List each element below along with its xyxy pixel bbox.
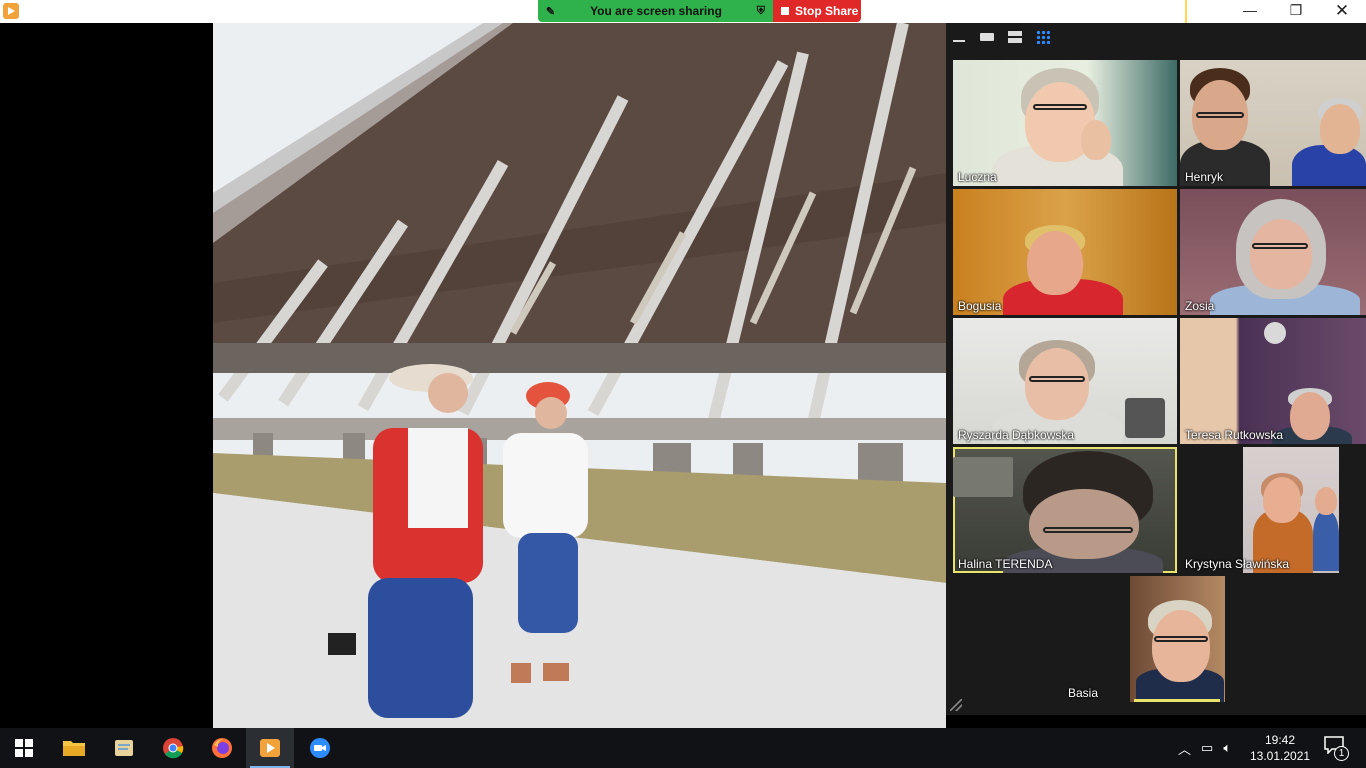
folder-icon	[63, 741, 85, 756]
close-button[interactable]: ✕	[1319, 0, 1365, 23]
participant-tile[interactable]: Henryk	[1180, 60, 1366, 186]
chrome-icon	[163, 738, 184, 759]
participant-tile[interactable]: Teresa Rutkowska	[1180, 318, 1366, 444]
graduation-tower-scene	[213, 23, 946, 728]
notes-app-button[interactable]	[100, 728, 148, 768]
stop-share-button[interactable]: Stop Share	[773, 0, 861, 22]
participant-name: Ryszarda Dąbkowska	[958, 428, 1075, 442]
battery-network-icon[interactable]: ▭	[1201, 740, 1213, 756]
participant-name: Teresa Rutkowska	[1185, 428, 1284, 442]
sharing-status[interactable]: ✎ You are screen sharing ⛨	[538, 0, 773, 22]
participant-name: Luczna	[958, 170, 997, 184]
participant-tile[interactable]: Krystyna Sławińska	[1180, 447, 1366, 573]
file-explorer-button[interactable]	[50, 728, 98, 768]
participant-tile[interactable]: Bogusia	[953, 189, 1177, 315]
media-player-icon	[260, 739, 280, 757]
view-controls	[952, 30, 1050, 44]
participant-tile[interactable]: Zosia	[1180, 189, 1366, 315]
strip-view-icon[interactable]	[1008, 30, 1022, 44]
system-tray: ︿ ▭ 🔈︎	[1178, 728, 1231, 768]
participant-tile-active-speaker[interactable]: Halina TERENDA	[953, 447, 1177, 573]
desktop: — ❐ ✕ ✎ You are screen sharing ⛨ Stop Sh…	[0, 0, 1366, 768]
participant-name: Zosia	[1185, 299, 1215, 313]
speaker-view-icon[interactable]	[980, 30, 994, 44]
focus-marker	[1185, 0, 1187, 23]
participant-video	[1243, 447, 1339, 573]
start-button[interactable]	[0, 728, 48, 768]
pin-icon: ✎	[546, 5, 556, 18]
app-icon	[3, 3, 19, 19]
firefox-icon	[212, 738, 232, 758]
participant-tile[interactable]: Basia	[1063, 576, 1249, 702]
clock-time: 19:42	[1264, 733, 1296, 747]
zoom-gallery-panel: Luczna Henryk Bogusia Zosia Ryszarda Dąb…	[946, 23, 1366, 715]
windows-taskbar: ︿ ▭ 🔈︎ 19:42 13.01.2021 1	[0, 728, 1366, 768]
stop-share-label: Stop Share	[795, 4, 859, 18]
participant-name: Bogusia	[958, 299, 1002, 313]
zoom-icon	[310, 738, 330, 758]
participant-video	[1130, 576, 1225, 702]
participant-tile[interactable]: Luczna	[953, 60, 1177, 186]
windows-logo-icon	[15, 739, 33, 757]
notification-badge: 1	[1334, 746, 1349, 761]
restore-button[interactable]: ❐	[1273, 0, 1319, 23]
speaker-icon[interactable]: 🔈︎	[1223, 740, 1231, 756]
gallery-view-icon[interactable]	[1036, 30, 1050, 44]
resize-handle[interactable]	[950, 699, 962, 711]
chrome-button[interactable]	[149, 728, 197, 768]
firefox-button[interactable]	[198, 728, 246, 768]
chevron-up-icon[interactable]: ︿	[1178, 739, 1191, 758]
zoom-button[interactable]	[296, 728, 344, 768]
notifications-button[interactable]: 1	[1320, 736, 1360, 761]
minimize-button[interactable]: —	[1227, 0, 1273, 23]
participant-name: Basia	[1068, 686, 1099, 700]
sharing-status-text: You are screen sharing	[590, 4, 722, 18]
shield-icon: ⛨	[756, 4, 765, 17]
participant-tile[interactable]: Ryszarda Dąbkowska	[953, 318, 1177, 444]
clock[interactable]: 19:42 13.01.2021	[1250, 732, 1310, 764]
stop-icon	[781, 7, 789, 15]
participant-name: Krystyna Sławińska	[1185, 557, 1290, 571]
screen-share-bar: ✎ You are screen sharing ⛨ Stop Share	[538, 0, 861, 22]
clock-date: 13.01.2021	[1250, 749, 1311, 763]
participant-name: Henryk	[1185, 170, 1224, 184]
participant-name: Halina TERENDA	[958, 557, 1053, 571]
media-player-button[interactable]	[246, 728, 294, 768]
shared-screen-photo	[213, 23, 946, 728]
minimize-video-icon[interactable]	[952, 30, 966, 44]
notes-icon	[115, 740, 133, 756]
